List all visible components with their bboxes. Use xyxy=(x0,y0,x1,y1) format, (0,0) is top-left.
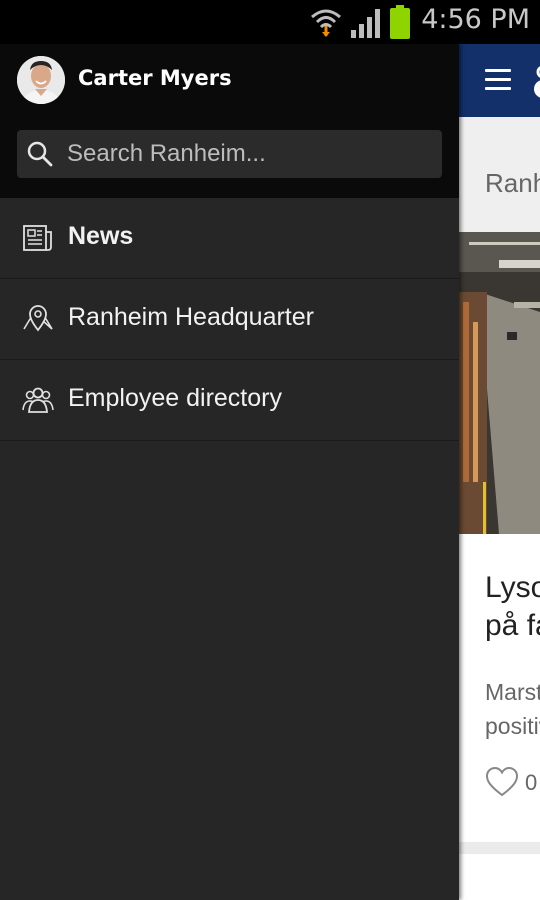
breadcrumb: Ranheim xyxy=(485,168,540,198)
drawer-header: Carter Myers xyxy=(0,44,459,198)
nav-label: News xyxy=(68,222,134,250)
search-box[interactable] xyxy=(17,130,442,178)
hamburger-menu-icon[interactable] xyxy=(485,69,511,91)
people-icon xyxy=(22,387,54,413)
status-bar: 4:56 PM xyxy=(0,0,540,44)
nav-label: Employee directory xyxy=(68,384,282,412)
nav-item-employee-directory[interactable]: Employee directory xyxy=(0,360,459,441)
card-excerpt: Marstein har satt positive resultater xyxy=(485,679,540,739)
search-icon xyxy=(27,141,53,167)
heart-icon[interactable] xyxy=(485,766,519,798)
search-input[interactable] xyxy=(67,130,432,178)
nav-item-news[interactable]: News xyxy=(0,198,459,279)
nav-item-ranheim-headquarter[interactable]: Ranheim Headquarter xyxy=(0,279,459,360)
map-pin-icon xyxy=(23,305,53,332)
card-title[interactable]: Lysoppgradering på fabrikken xyxy=(485,569,540,645)
card-divider xyxy=(459,842,540,854)
wifi-icon xyxy=(311,9,341,37)
app-logo-icon xyxy=(534,66,540,98)
news-photo[interactable] xyxy=(459,232,540,534)
like-count: 0 xyxy=(525,770,538,795)
navigation-drawer: Carter Myers News Ranheim xyxy=(0,44,459,900)
drawer-nav: News Ranheim Headquarter Employee direct… xyxy=(0,198,459,441)
signal-icon xyxy=(351,9,380,38)
nav-label: Ranheim Headquarter xyxy=(68,303,314,331)
background-app: Ranheim Lysoppgradering på fabrikken Mar… xyxy=(459,44,540,900)
battery-icon xyxy=(390,5,410,39)
user-name[interactable]: Carter Myers xyxy=(78,66,232,90)
clock: 4:56 PM xyxy=(421,4,530,35)
avatar[interactable] xyxy=(17,56,65,104)
app-bar xyxy=(459,44,540,117)
newspaper-icon xyxy=(23,225,52,251)
